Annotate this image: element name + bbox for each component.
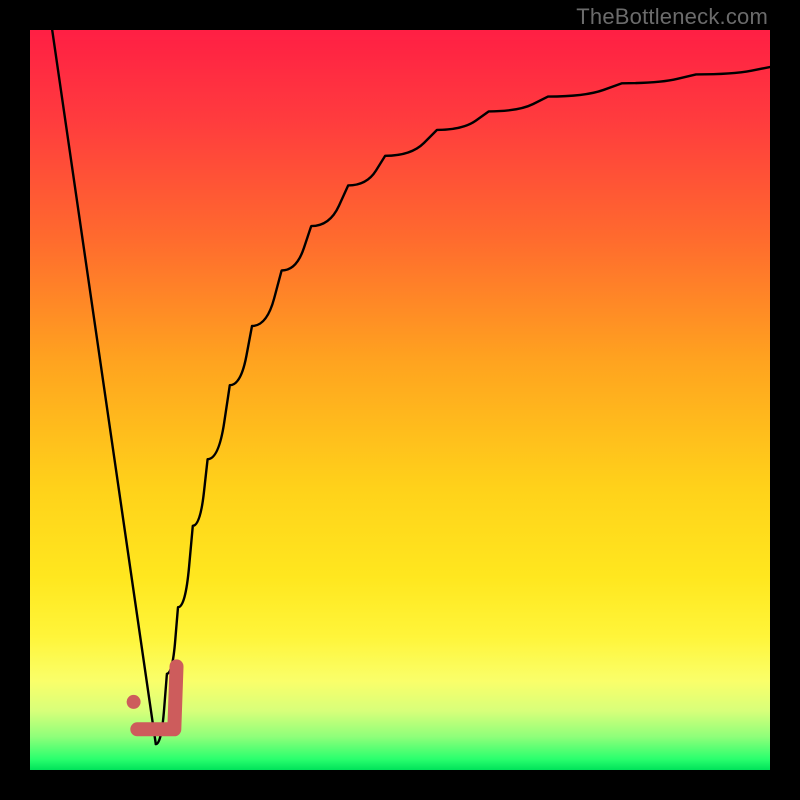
watermark-text: TheBottleneck.com	[576, 4, 768, 30]
chart-curves	[30, 30, 770, 770]
marker-dot	[127, 695, 141, 709]
curve-left-descending	[52, 30, 156, 744]
marker-check-stroke	[137, 666, 176, 729]
plot-area	[30, 30, 770, 770]
curve-right-asymptote	[156, 67, 770, 744]
outer-frame: TheBottleneck.com	[0, 0, 800, 800]
